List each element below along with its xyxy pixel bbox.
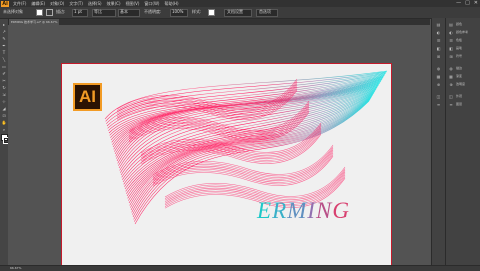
menu-bar: Ai 文件(F) 编辑(E) 对象(O) 文字(T) 选择(S) 效果(C) 视… (0, 0, 480, 7)
swatches-icon[interactable]: ☰ (435, 38, 442, 43)
document-setup-label: 文档设置 (227, 9, 243, 14)
gradient-label[interactable]: 渐变 (456, 74, 478, 79)
zoom-tool-icon[interactable]: ⌕ (1, 127, 7, 132)
erming-letter: R (272, 198, 288, 223)
stroke-icon[interactable]: ◍ (435, 66, 442, 71)
scissors-tool-icon[interactable]: ✂ (1, 78, 7, 83)
symbols-label[interactable]: 符号 (456, 54, 478, 59)
canvas-area[interactable]: AI ERMING (8, 25, 430, 268)
erming-letter: N (315, 198, 333, 223)
erming-letter: G (332, 198, 350, 223)
appearance-label[interactable]: 外观 (456, 94, 478, 99)
blend-tool-icon[interactable]: ⊹ (1, 99, 7, 104)
erming-title-text: ERMING (257, 198, 350, 224)
opacity-label: 不透明度: (144, 9, 162, 14)
gradient-icon[interactable]: ▦ (435, 74, 442, 79)
panel-dock-labeled: ▤ 颜色 ◐ 颜色参考 ☰ 色板 ◧ 画笔 ⊞ 符号 ◍ 描边 ▦ 渐变 ⊕ 透… (445, 18, 480, 265)
layers-icon[interactable]: ≡ (435, 102, 442, 107)
menu-select[interactable]: 选择(S) (88, 0, 102, 7)
gradient-tool-icon[interactable]: ◢ (1, 106, 7, 111)
brush-value: 基本 (120, 9, 128, 14)
menu-view[interactable]: 视图(V) (126, 0, 140, 7)
artboard[interactable]: AI ERMING (61, 63, 392, 268)
menu-file[interactable]: 文件(F) (13, 0, 26, 7)
pencil-tool-icon[interactable]: ✐ (1, 71, 7, 76)
type-tool-icon[interactable]: T (1, 50, 7, 55)
zoom-level[interactable]: 66.67% (10, 266, 21, 271)
scale-tool-icon[interactable]: ⇲ (1, 92, 7, 97)
pen-tool-icon[interactable]: ✒ (1, 43, 7, 48)
style-label: 样式: (192, 9, 202, 14)
erming-letter: E (257, 198, 273, 223)
symbols-icon[interactable]: ⊞ (435, 54, 442, 59)
swatches-label[interactable]: 色板 (456, 38, 478, 43)
menu-help[interactable]: 帮助(H) (164, 0, 178, 7)
swatches-icon-2[interactable]: ☰ (448, 38, 454, 43)
window-controls: — □ ✕ (456, 0, 478, 7)
transparency-label[interactable]: 透明度 (456, 82, 478, 87)
status-bar: 66.67% (0, 265, 480, 271)
fill-swatch[interactable] (36, 9, 43, 16)
color-guide-icon-2[interactable]: ◐ (448, 30, 454, 35)
rectangle-tool-icon[interactable]: ▭ (1, 64, 7, 69)
close-button[interactable]: ✕ (474, 0, 478, 7)
minimize-button[interactable]: — (456, 0, 461, 7)
rotate-tool-icon[interactable]: ↻ (1, 85, 7, 90)
variable-width-value: 等比 (94, 9, 102, 14)
stroke-swatch[interactable] (46, 9, 53, 16)
transparency-icon[interactable]: ⊕ (435, 82, 442, 87)
layers-label[interactable]: 图层 (456, 102, 478, 107)
menu-effect[interactable]: 效果(C) (107, 0, 121, 7)
preferences-label: 首选项 (259, 9, 271, 14)
color-icon[interactable]: ▤ (448, 22, 454, 27)
brushes-icon[interactable]: ◧ (435, 46, 442, 51)
menu-window[interactable]: 窗口(W) (144, 0, 159, 7)
appearance-icon[interactable]: ◫ (435, 94, 442, 99)
layers-icon-2[interactable]: ≡ (448, 102, 454, 107)
hand-tool-icon[interactable]: ✋ (1, 120, 7, 125)
symbols-icon-2[interactable]: ⊞ (448, 54, 454, 59)
opacity-value: 100% (172, 9, 184, 14)
selection-tool-icon[interactable]: ▸ (1, 22, 7, 27)
style-swatch[interactable] (208, 9, 215, 16)
transparency-icon-2[interactable]: ⊕ (448, 82, 454, 87)
color-panel-icon[interactable]: ▤ (435, 22, 442, 27)
menu-object[interactable]: 对象(O) (50, 0, 64, 7)
line-tool-icon[interactable]: ╲ (1, 57, 7, 62)
direct-selection-tool-icon[interactable]: ↗ (1, 29, 7, 34)
color-label[interactable]: 颜色 (456, 22, 478, 27)
color-guide-label[interactable]: 颜色参考 (456, 30, 478, 35)
stroke-weight-value: 1 pt (74, 9, 82, 14)
app-logo: Ai (1, 0, 9, 7)
menu-list: 文件(F) 编辑(E) 对象(O) 文字(T) 选择(S) 效果(C) 视图(V… (13, 0, 179, 7)
artboard-tool-icon[interactable]: ⊡ (1, 113, 7, 118)
ridge-line (116, 90, 298, 121)
appearance-icon-2[interactable]: ◫ (448, 94, 454, 99)
erming-title: ERMING (257, 198, 350, 224)
brushes-icon-2[interactable]: ◧ (448, 46, 454, 51)
color-guide-icon[interactable]: ◐ (435, 30, 442, 35)
erming-letter: I (307, 198, 316, 223)
panel-dock-narrow: ▤ ◐ ☰ ◧ ⊞ ◍ ▦ ⊕ ◫ ≡ (431, 18, 445, 265)
selection-mode-label: 未选择对象 (3, 9, 23, 14)
blend-line (119, 85, 379, 171)
fill-stroke-widget[interactable] (1, 134, 10, 144)
menu-edit[interactable]: 编辑(E) (31, 0, 45, 7)
erming-letter: M (287, 198, 308, 223)
menu-type[interactable]: 文字(T) (69, 0, 83, 7)
maximize-button[interactable]: □ (465, 0, 470, 7)
stroke-label: 描边: (56, 9, 66, 14)
blend-wave-artwork[interactable] (97, 69, 397, 239)
brushes-label[interactable]: 画笔 (456, 46, 478, 51)
gradient-icon-2[interactable]: ▦ (448, 74, 454, 79)
stroke-icon-2[interactable]: ◍ (448, 66, 454, 71)
curvature-tool-icon[interactable]: ✎ (1, 36, 7, 41)
stroke-panel-label[interactable]: 描边 (456, 66, 478, 71)
control-bar: 未选择对象 描边: 1 pt 等比 基本 不透明度: 100% 样式: 文档设置… (0, 7, 480, 19)
